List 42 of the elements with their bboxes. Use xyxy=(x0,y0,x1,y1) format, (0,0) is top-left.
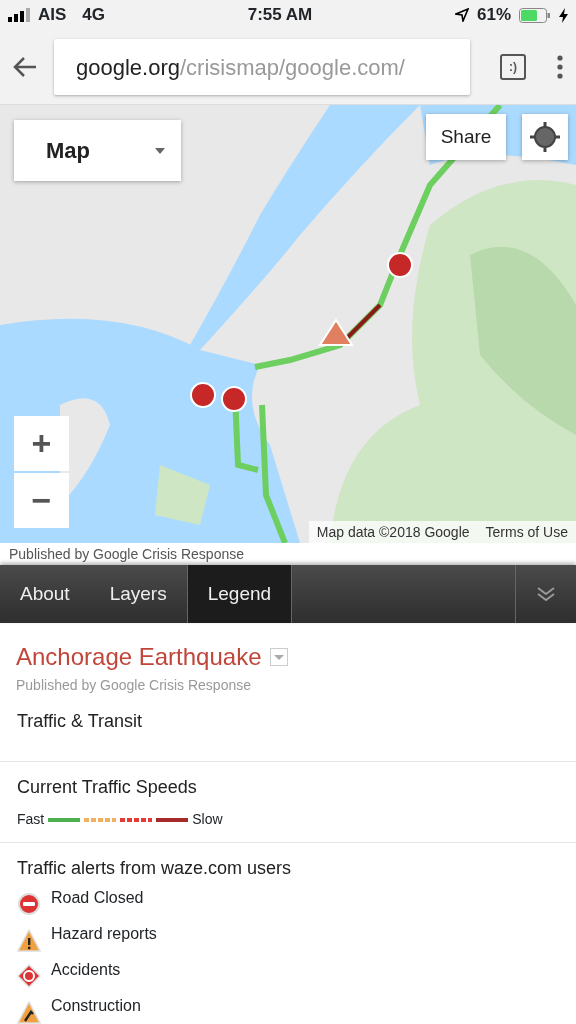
section-heading: Traffic & Transit xyxy=(17,710,144,733)
share-button[interactable]: Share xyxy=(426,114,506,160)
location-arrow-icon xyxy=(454,8,469,22)
panel-tab[interactable]: Layers xyxy=(89,565,187,623)
map-attribution: Map data ©2018 Google xyxy=(316,522,470,542)
terms-link[interactable]: Terms of Use xyxy=(485,521,568,543)
speed-slow-label: Slow xyxy=(192,810,223,829)
zoom-in-button[interactable]: + xyxy=(14,416,69,471)
double-chevron-icon xyxy=(536,586,556,602)
alert-type-label: Hazard reports xyxy=(51,924,157,944)
tab-switcher-button[interactable]: :) xyxy=(500,54,526,80)
more-menu-icon[interactable] xyxy=(556,55,564,79)
alert-type-label: Construction xyxy=(51,996,141,1016)
layer-select[interactable]: Map xyxy=(14,120,181,181)
panel-tab[interactable]: About xyxy=(0,565,90,623)
clock-time: 7:55 AM xyxy=(247,4,313,27)
publisher-credit: Published by Google Crisis Response xyxy=(8,545,245,564)
warning-icon xyxy=(17,928,43,954)
panel-tab[interactable]: Legend xyxy=(186,565,293,623)
battery-percent: 61% xyxy=(476,4,511,27)
alert-type-label: Road Closed xyxy=(51,888,144,908)
speed-fast-label: Fast xyxy=(17,810,45,829)
crash-sign-icon xyxy=(17,964,43,990)
zoom-out-button[interactable]: − xyxy=(14,473,69,528)
worker-sign-icon xyxy=(17,1000,43,1024)
carrier-name: AIS xyxy=(38,4,67,27)
alert-type-label: Accidents xyxy=(51,960,121,980)
no-entry-icon xyxy=(17,892,43,918)
charging-bolt-icon xyxy=(559,7,568,23)
network-type: 4G xyxy=(82,4,106,27)
caret-icon xyxy=(155,147,165,154)
map-title: Anchorage Earthquake xyxy=(16,642,262,672)
section-heading: Current Traffic Speeds xyxy=(17,776,198,799)
map-publisher: Published by Google Crisis Response xyxy=(16,676,252,695)
section-heading: Traffic alerts from waze.com users xyxy=(17,857,293,880)
crosshair-icon xyxy=(529,121,561,153)
dropdown-toggle-icon[interactable] xyxy=(269,648,288,666)
url-field[interactable]: google.org/crisismap/google.com/ xyxy=(54,39,470,95)
back-arrow-icon[interactable] xyxy=(12,56,38,78)
battery-icon xyxy=(519,7,551,23)
my-location-button[interactable] xyxy=(522,114,568,160)
signal-icon xyxy=(8,8,30,22)
